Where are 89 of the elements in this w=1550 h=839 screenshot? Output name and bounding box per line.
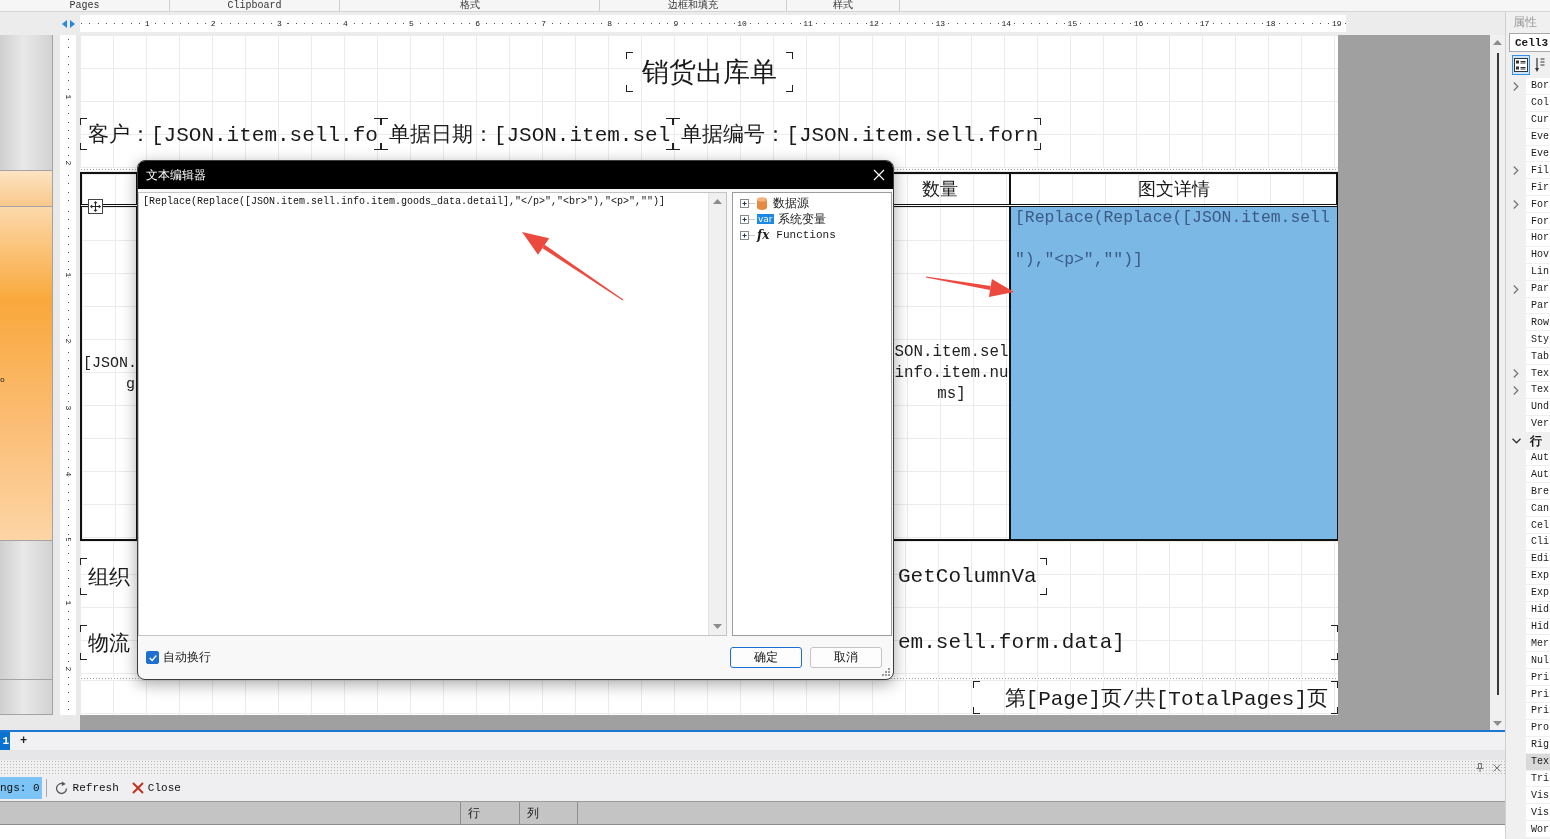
field-text: 物流 [87, 631, 130, 657]
chevron-down-icon[interactable] [1511, 438, 1521, 445]
tree-item[interactable]: fx Functions [740, 227, 891, 243]
ribbon-group-label: 样式 [833, 0, 853, 11]
ribbon-group-label: 边框和填充 [668, 0, 718, 11]
ruler-number: 3 [275, 19, 283, 28]
ruler-scroll-icon[interactable] [62, 19, 75, 28]
dialog-button[interactable]: 确定 [730, 647, 802, 668]
dialog-button[interactable]: 取消 [810, 647, 882, 668]
close-icon [131, 782, 144, 794]
sort-icon [1535, 57, 1545, 73]
ruler-number: 15 [1066, 19, 1079, 28]
ruler-number: 18 [1264, 19, 1277, 28]
ruler-number: 16 [1132, 19, 1145, 28]
ruler-number: 17 [1198, 19, 1211, 28]
ruler-number: 6 [474, 19, 481, 28]
field-text: GetColumnVa [898, 565, 1037, 588]
refresh-button[interactable]: Refresh [51, 778, 121, 798]
field-text: em.sell.form.data] [898, 631, 1125, 654]
vertical-scrollbar[interactable] [1490, 35, 1505, 730]
ruler-number: 2 [64, 666, 72, 672]
panel-title: 属性 [1513, 14, 1537, 31]
report-title: 销货出库单 [625, 52, 793, 92]
dialog-title: 文本编辑器 [146, 166, 206, 184]
column-header: 图文详情 [1011, 174, 1337, 204]
function-symbol: fx [757, 228, 770, 242]
ruler-number: 7 [540, 19, 548, 28]
ruler-number: 2 [64, 338, 72, 344]
resize-grip-icon[interactable] [882, 668, 890, 676]
expand-icon[interactable] [740, 230, 755, 240]
ruler-number: 1 [64, 272, 72, 278]
ruler-number: 10 [736, 19, 748, 28]
tree-item[interactable]: var 系统变量 [740, 211, 891, 227]
refresh-icon [53, 780, 69, 796]
object-selector[interactable]: Cell3 [1509, 33, 1550, 52]
ruler-number: 8 [606, 19, 614, 28]
scroll-up-icon[interactable] [1493, 40, 1502, 45]
ruler-number: 1 [64, 94, 72, 100]
scrollbar-thumb[interactable] [1496, 53, 1499, 695]
editor-scrollbar[interactable] [708, 193, 726, 635]
ruler-number: 3 [64, 405, 72, 410]
header-field: 客户：[JSON.item.sell.fo [80, 118, 381, 150]
chevron-right-icon[interactable] [1513, 369, 1519, 379]
checkbox[interactable] [146, 651, 159, 664]
ribbon-group-label: Clipboard [227, 0, 282, 11]
ruler-number: 13 [934, 19, 946, 28]
checkbox-label[interactable]: 自动换行 [163, 649, 211, 666]
ruler-number: 11 [802, 19, 814, 28]
chevron-right-icon[interactable] [1513, 284, 1519, 294]
page-tab[interactable]: 1 [0, 732, 10, 750]
database-icon [757, 196, 767, 210]
ruler-number: 2 [209, 19, 217, 28]
scroll-down-icon[interactable] [1493, 721, 1502, 726]
add-tab-button[interactable]: + [18, 734, 30, 748]
chevron-right-icon[interactable] [1513, 385, 1519, 395]
ruler-number: 1 [64, 600, 72, 606]
ribbon-group-label: Pages [69, 0, 100, 11]
ruler-number: 1 [143, 19, 151, 28]
view-toggle[interactable] [1512, 55, 1530, 75]
move-handle-icon[interactable] [88, 199, 103, 214]
ruler-number: 2 [64, 160, 72, 166]
expand-icon[interactable] [740, 214, 755, 224]
header-field: 单据编号：[JSON.item.sell.forn [673, 118, 1042, 150]
variable-badge: var [757, 214, 774, 224]
ruler-number: 19 [1331, 19, 1343, 28]
ribbon-group-label: 格式 [459, 0, 480, 11]
status-cell: 列 [519, 802, 578, 824]
ruler-number: 9 [672, 19, 680, 28]
ruler-number: 12 [868, 19, 880, 28]
header-field: 单据日期：[JSON.item.sel [380, 118, 674, 150]
counter-toggle[interactable]: ngs: 0 [0, 777, 42, 799]
chevron-right-icon[interactable] [1513, 81, 1519, 91]
ruler-number: 4 [341, 19, 349, 28]
tree-item[interactable]: 数据源 [740, 195, 891, 211]
ruler-number: 14 [1000, 19, 1013, 28]
pin-icon[interactable] [1476, 763, 1484, 772]
chevron-right-icon[interactable] [1513, 200, 1519, 210]
close-button[interactable]: Close [129, 778, 183, 798]
field-text: 组织 [87, 565, 130, 591]
status-cell: 行 [460, 802, 519, 824]
band-strip-text: o [0, 375, 5, 384]
scroll-up-icon[interactable] [713, 199, 722, 204]
ruler-number: 4 [64, 471, 72, 477]
chevron-right-icon[interactable] [1513, 166, 1519, 176]
ruler-number: 5 [408, 19, 415, 28]
expand-icon[interactable] [740, 198, 755, 208]
scroll-down-icon[interactable] [713, 624, 722, 629]
categorized-icon [1514, 58, 1528, 72]
page-footer-text: 第[Page]页/共[TotalPages]页 [972, 681, 1338, 714]
